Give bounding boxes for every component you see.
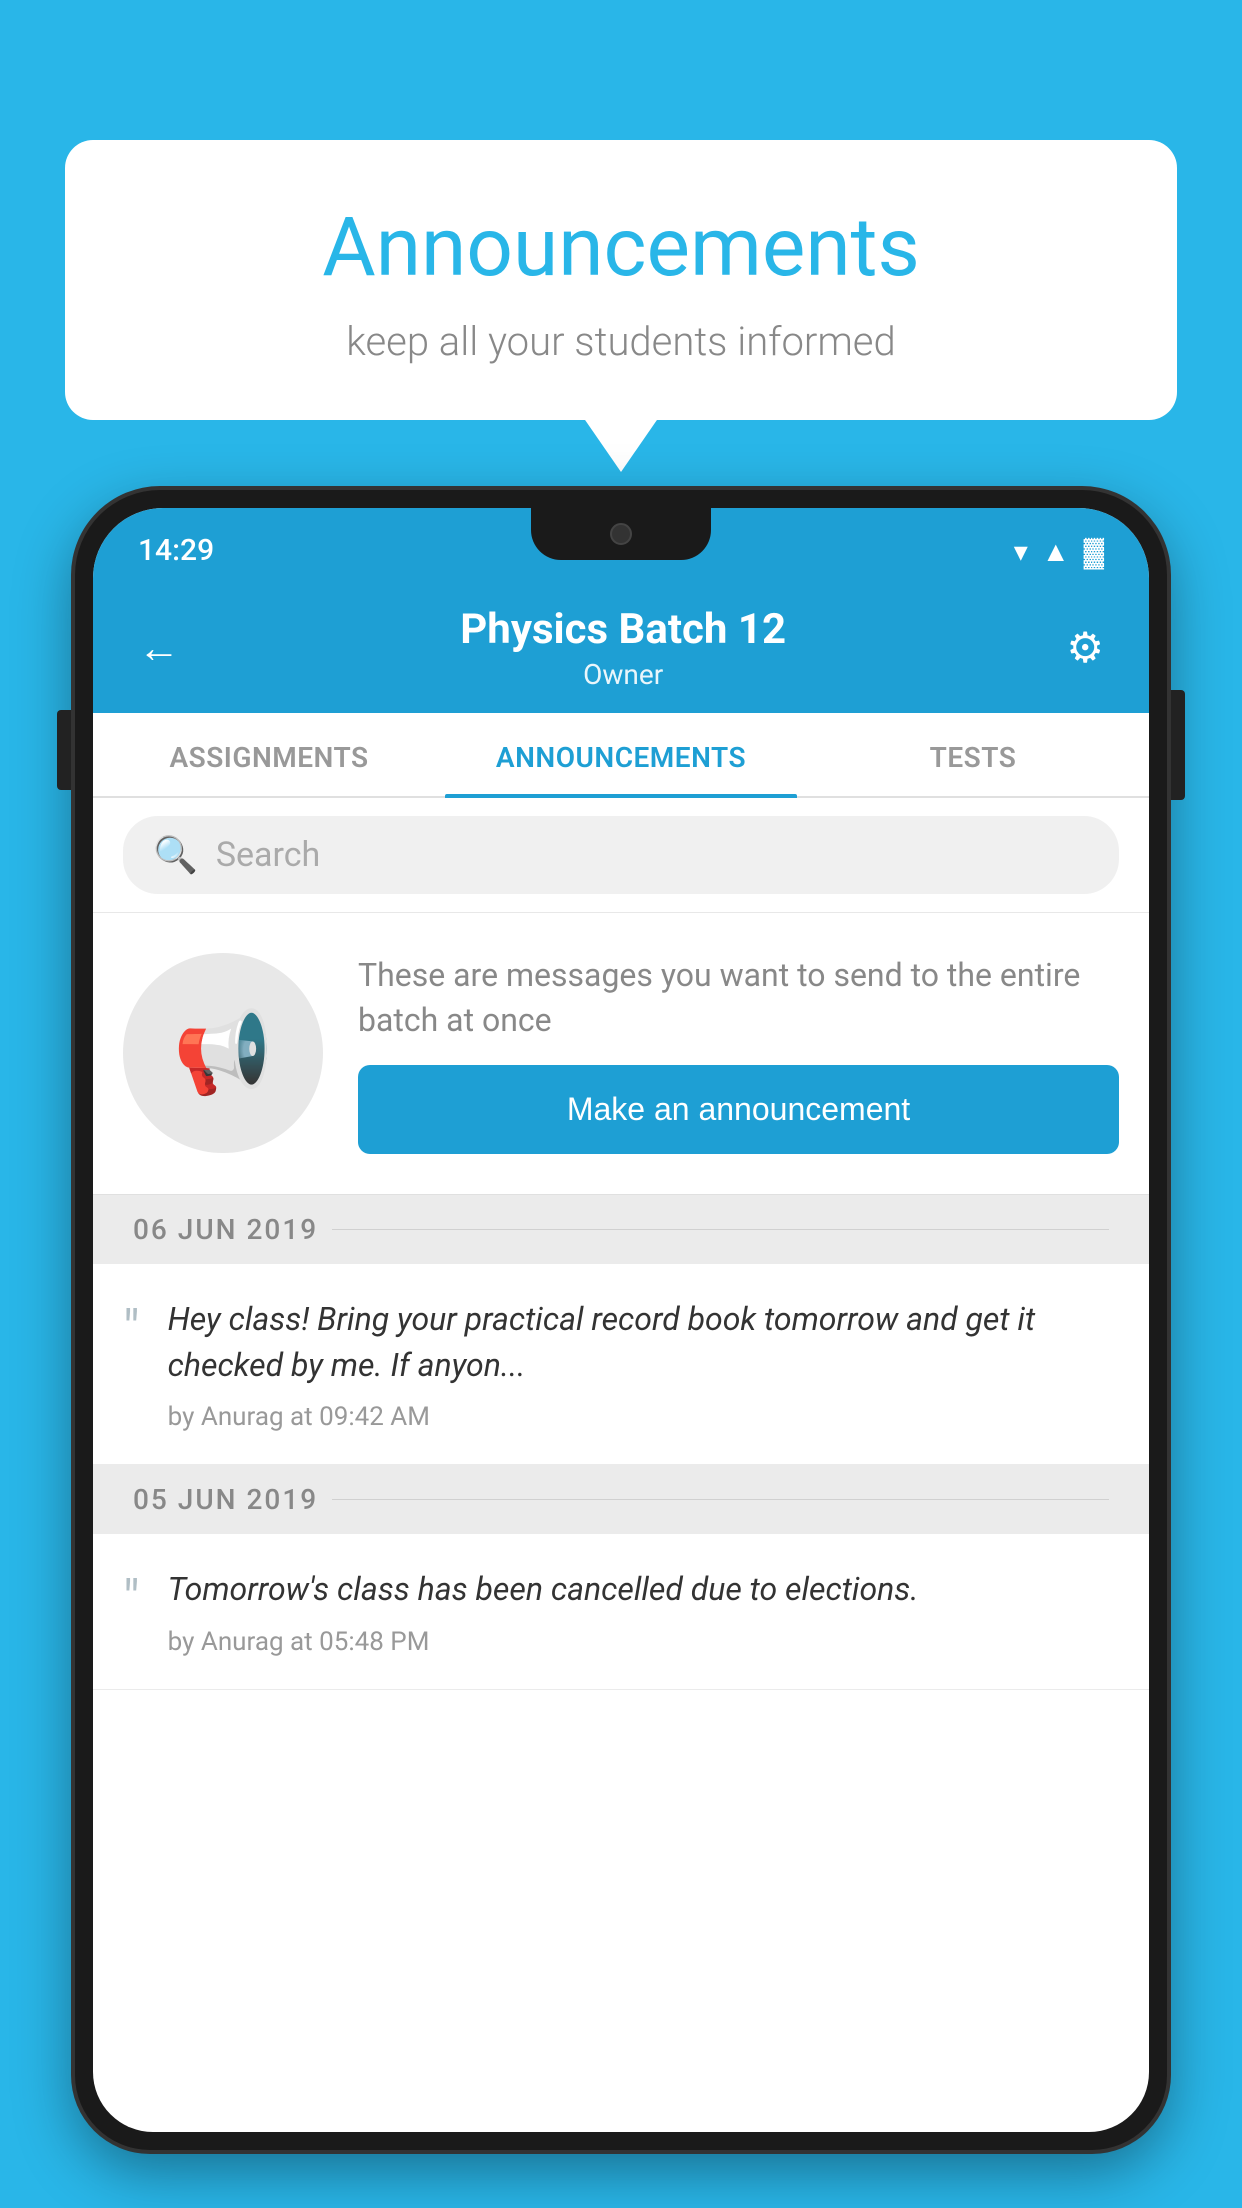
back-button[interactable]: ← [138,624,180,673]
make-announcement-button[interactable]: Make an announcement [358,1065,1119,1154]
announcement-meta-2: by Anurag at 05:48 PM [168,1627,1119,1657]
phone-frame: 14:29 ▾ ▲ ▓ ← Physics Batch 12 Owner ⚙ [75,490,1167,2150]
phone-inner: 14:29 ▾ ▲ ▓ ← Physics Batch 12 Owner ⚙ [93,508,1149,2132]
phone-device: 14:29 ▾ ▲ ▓ ← Physics Batch 12 Owner ⚙ [75,490,1167,2208]
speech-bubble: Announcements keep all your students inf… [65,140,1177,420]
quote-icon-1: " [123,1304,140,1356]
camera-cutout [610,523,632,545]
signal-icon: ▲ [1042,535,1070,568]
wifi-icon: ▾ [1014,535,1028,568]
announcement-text-1: Hey class! Bring your practical record b… [168,1296,1119,1389]
announcement-text-2: Tomorrow's class has been cancelled due … [168,1566,1119,1612]
app-header: ← Physics Batch 12 Owner ⚙ [93,580,1149,713]
phone-notch [531,508,711,560]
header-title-block: Physics Batch 12 Owner [180,605,1066,691]
search-magnifier-icon: 🔍 [153,834,198,876]
date-label-1: 06 JUN 2019 [133,1213,318,1246]
battery-icon: ▓ [1084,535,1104,568]
quote-icon-2: " [123,1574,140,1626]
settings-icon[interactable]: ⚙ [1066,623,1104,673]
announcement-prompt: 📢 These are messages you want to send to… [93,913,1149,1195]
announcement-item-2: " Tomorrow's class has been cancelled du… [93,1534,1149,1689]
tab-announcements[interactable]: ANNOUNCEMENTS [445,713,797,796]
status-time: 14:29 [138,533,214,568]
search-container: 🔍 Search [93,798,1149,913]
batch-title: Physics Batch 12 [180,605,1066,654]
speech-bubble-subtitle: keep all your students informed [145,318,1097,365]
batch-subtitle: Owner [180,658,1066,691]
announcement-description: These are messages you want to send to t… [358,953,1119,1043]
speech-bubble-container: Announcements keep all your students inf… [65,140,1177,420]
date-separator-1: 06 JUN 2019 [93,1195,1149,1264]
date-line-1 [332,1229,1109,1230]
tab-tests[interactable]: TESTS [797,713,1149,796]
status-icons: ▾ ▲ ▓ [1014,535,1104,568]
search-input-wrapper[interactable]: 🔍 Search [123,816,1119,894]
speech-bubble-title: Announcements [145,200,1097,296]
announcement-item-1: " Hey class! Bring your practical record… [93,1264,1149,1466]
search-placeholder: Search [216,835,320,875]
date-label-2: 05 JUN 2019 [133,1483,318,1516]
announcement-icon-circle: 📢 [123,953,323,1153]
date-separator-2: 05 JUN 2019 [93,1465,1149,1534]
megaphone-icon: 📢 [173,1006,273,1100]
tabs-bar: ASSIGNMENTS ANNOUNCEMENTS TESTS [93,713,1149,798]
announcement-content-2: Tomorrow's class has been cancelled due … [168,1566,1119,1656]
announcement-content-1: Hey class! Bring your practical record b… [168,1296,1119,1433]
content-area: 🔍 Search 📢 These are messages you want t… [93,798,1149,1690]
announcement-meta-1: by Anurag at 09:42 AM [168,1402,1119,1432]
announcement-right: These are messages you want to send to t… [358,953,1119,1154]
date-line-2 [332,1499,1109,1500]
tab-assignments[interactable]: ASSIGNMENTS [93,713,445,796]
